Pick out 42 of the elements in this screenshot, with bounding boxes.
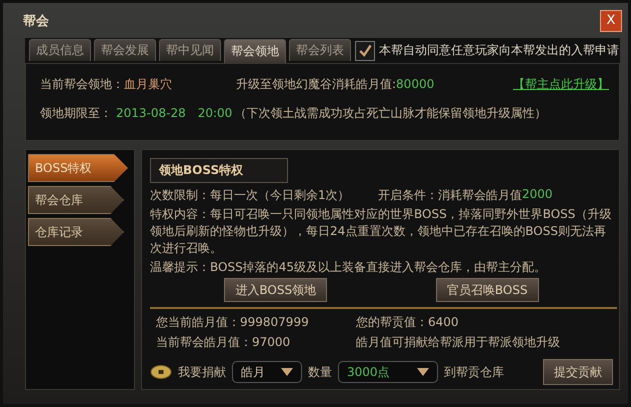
field-value: 2013-08-28 20:00 <box>116 105 232 122</box>
section-title: 领地BOSS特权 <box>150 158 288 183</box>
stat-value: 999807999 <box>240 315 309 329</box>
condition-label: 开启条件：消耗帮会皓月值 <box>378 187 522 204</box>
tab[interactable]: 帮中见闻 <box>159 39 221 62</box>
field-label: 当前帮会领地： <box>40 77 124 92</box>
field-label: 升级至领地幻魔谷消耗皓月值: <box>236 77 396 92</box>
sidebar-tab[interactable]: BOSS特权 <box>28 154 128 182</box>
sidebar-tab[interactable]: 帮会仓库 <box>28 186 124 214</box>
field-label: 领地期限至： <box>40 105 112 122</box>
stat-label: 您的帮贡值： <box>356 315 428 329</box>
submit-button[interactable]: 提交贡献 <box>543 359 613 385</box>
target-label: 到帮贡仓库 <box>444 364 504 380</box>
field-value: 80000 <box>396 77 434 92</box>
stat-label: 您当前皓月值： <box>156 315 240 329</box>
field-value: 血月巢穴 <box>124 77 172 92</box>
stat-label: 当前帮会皓月值： <box>156 335 252 349</box>
action-button[interactable]: 官员召唤BOSS <box>436 278 539 302</box>
window-title: 帮会 <box>22 12 49 30</box>
upgrade-link[interactable]: 【帮主点此升级】 <box>513 76 609 94</box>
tab[interactable]: 成员信息 <box>29 39 91 62</box>
limit-text: 次数限制：每日一次（今日剩余1次） <box>150 187 351 204</box>
amount-dropdown[interactable]: 3000点 <box>338 361 438 383</box>
condition-value: 2000 <box>522 187 553 203</box>
amount-label: 数量 <box>308 364 332 380</box>
sidebar-tab[interactable]: 仓库记录 <box>28 218 124 246</box>
note-text: （下次领土战需成功攻占死亡山脉才能保留领地升级属性） <box>234 105 546 122</box>
tab[interactable]: 帮会发展 <box>94 39 156 62</box>
checkbox-label: 本帮自动同意任意玩家向本帮发出的入帮申请 <box>379 42 619 60</box>
stat-value: 6400 <box>428 315 459 329</box>
coin-icon <box>150 364 172 380</box>
stat-value: 97000 <box>252 335 290 349</box>
currency-dropdown[interactable]: 皓月 <box>232 361 302 383</box>
tip-text: 温馨提示：BOSS掉落的45级及以上装备直接进入帮会仓库，由帮主分配。 <box>150 259 547 276</box>
tab[interactable]: 帮会列表 <box>289 39 351 62</box>
privilege-text: 特权内容：每日可召唤一只同领地属性对应的世界BOSS，掉落同野外世界BOSS（升级领地后刷新的怪物也升级），每日24点重置次数，领地中已存在召唤的BOSS则无法再次进行召唤。 <box>150 206 612 257</box>
tab[interactable]: 帮会领地 <box>224 39 286 64</box>
stat-label: 皓月值可捐献给帮派用于帮派领地升级 <box>356 335 560 349</box>
donate-label: 我要捐献 <box>178 364 226 380</box>
checkbox[interactable] <box>355 40 375 61</box>
close-button[interactable]: X <box>600 10 622 32</box>
action-button[interactable]: 进入BOSS领地 <box>224 278 328 302</box>
